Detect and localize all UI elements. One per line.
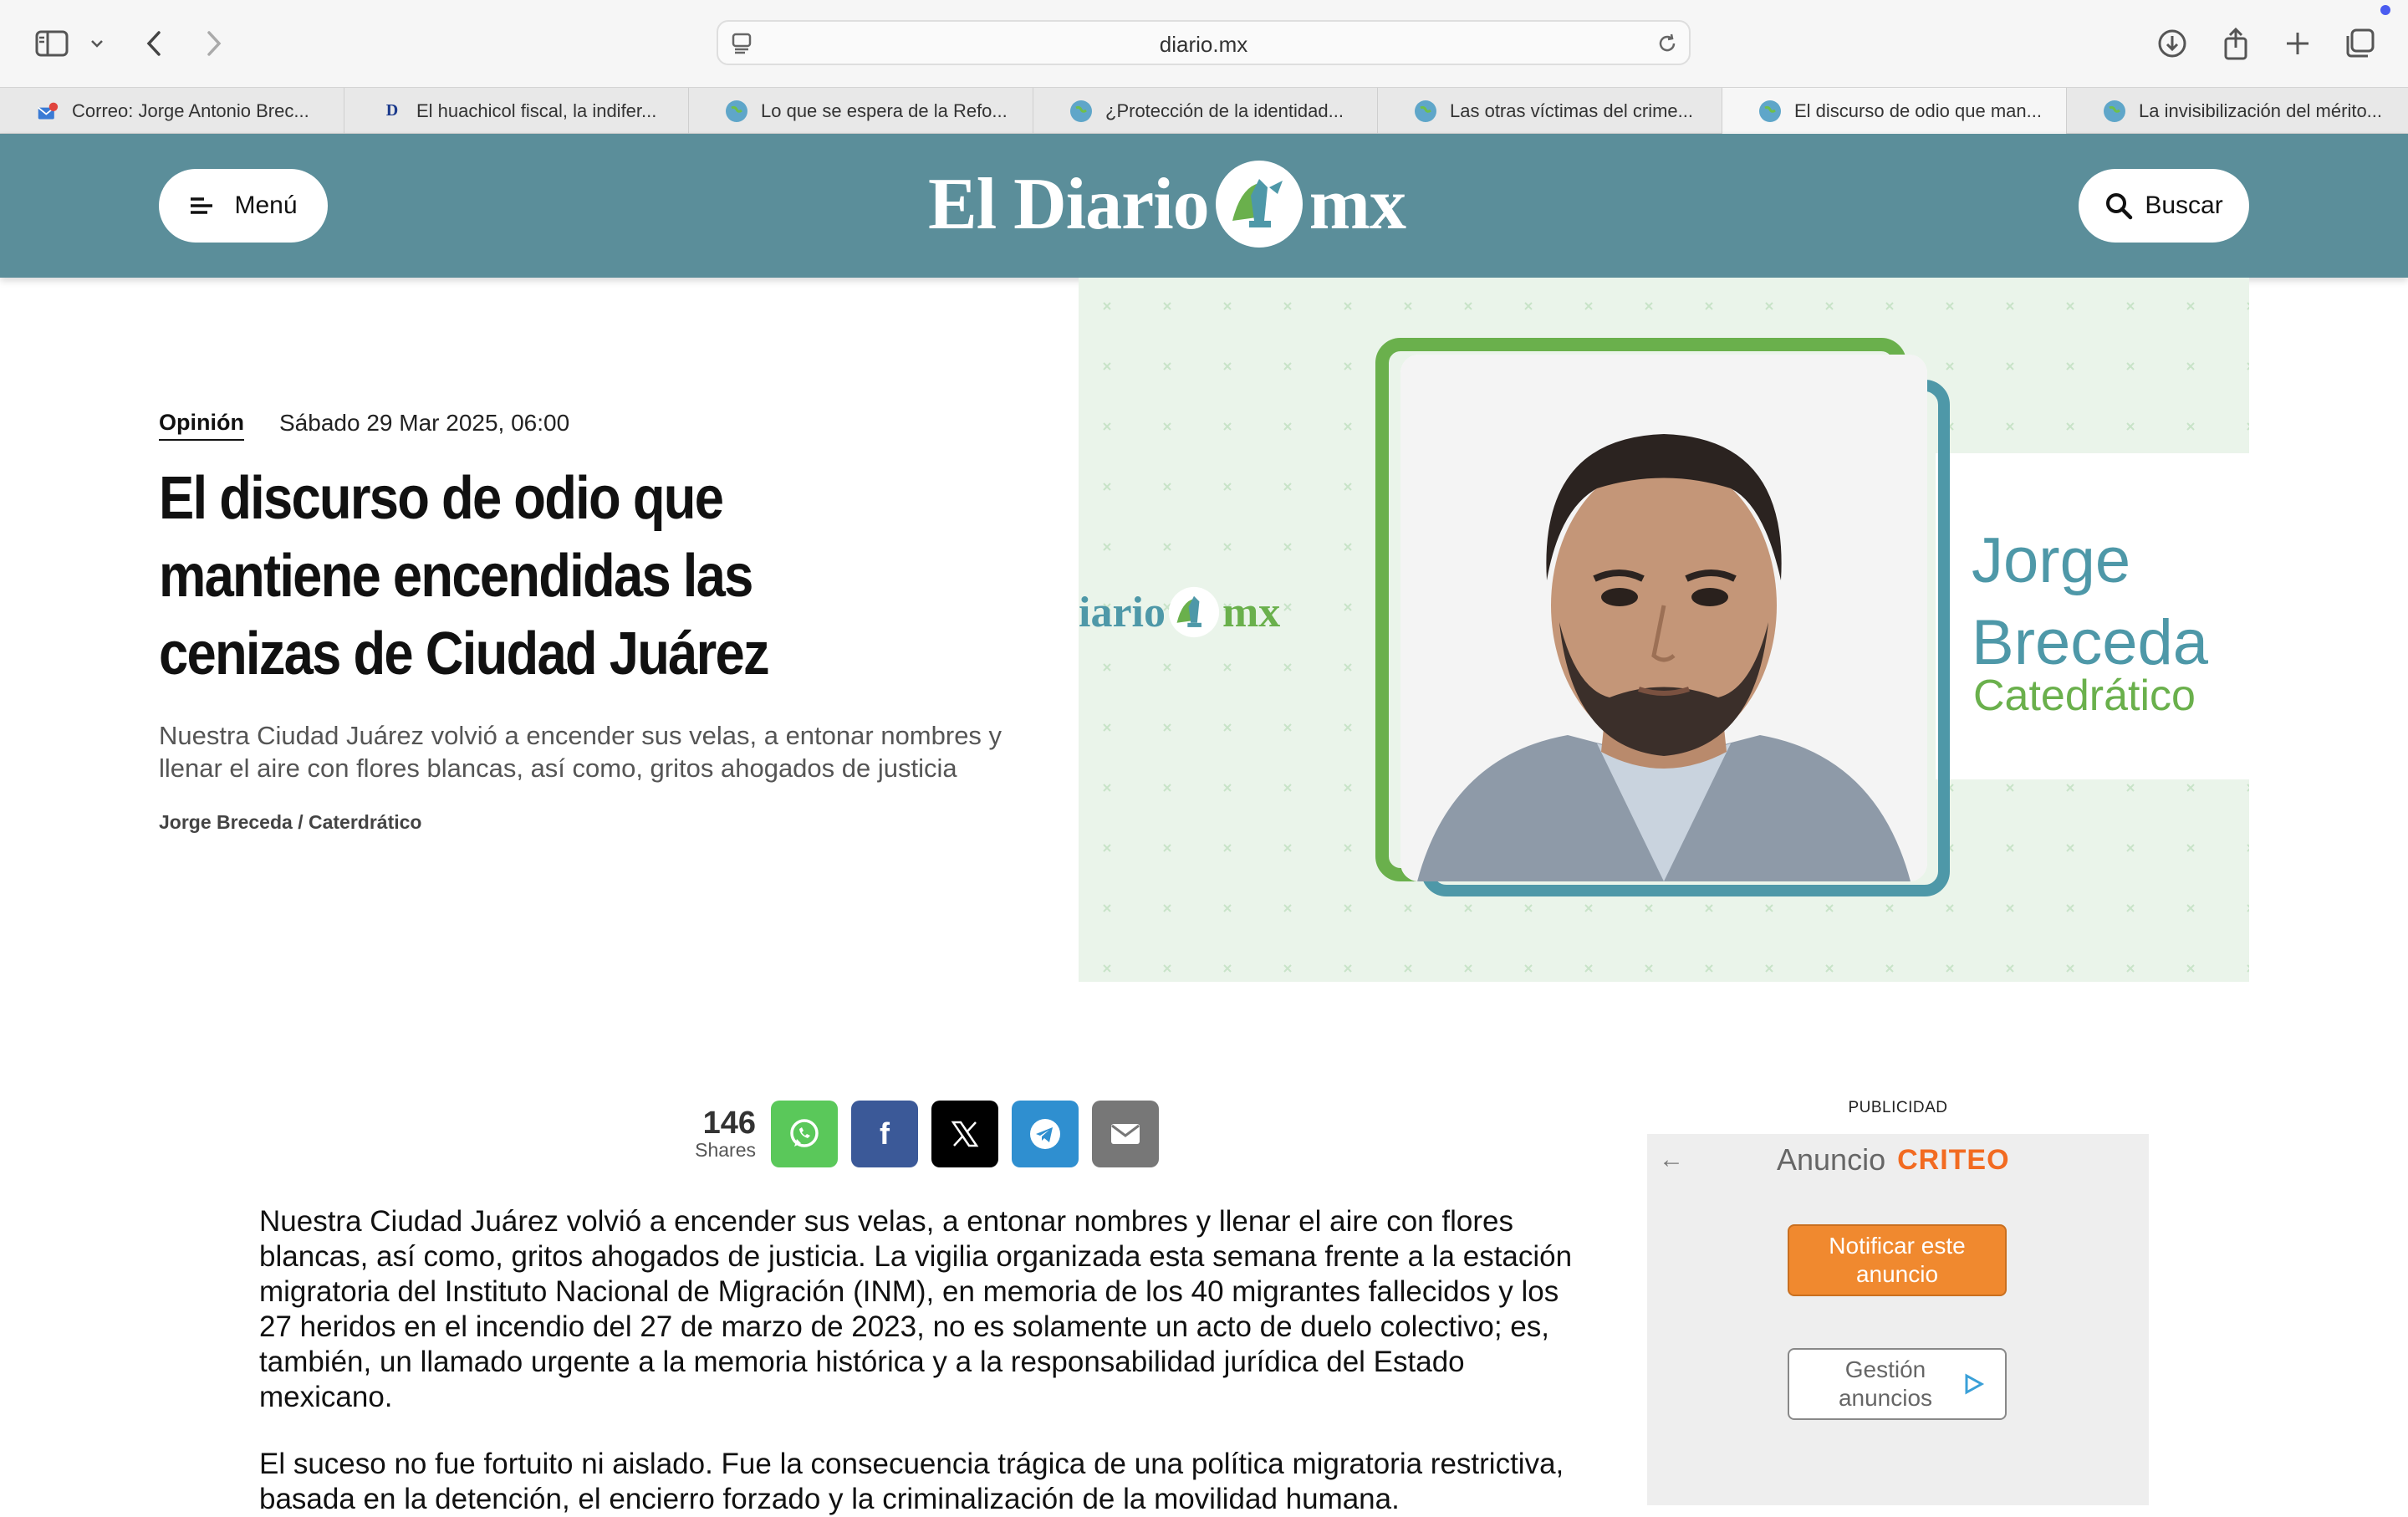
profile-indicator	[2380, 5, 2390, 15]
share-count: 146	[702, 1106, 756, 1141]
report-ad-button[interactable]: Notificar este anuncio	[1788, 1224, 2007, 1296]
banner-author-role: Catedrático	[1973, 672, 2196, 720]
search-label: Buscar	[2145, 192, 2223, 219]
reload-icon[interactable]	[1656, 32, 1679, 59]
globe-icon	[1415, 100, 1436, 122]
forward-icon[interactable]	[199, 25, 229, 62]
share-icon[interactable]	[2219, 25, 2252, 62]
x-icon	[951, 1121, 979, 1147]
ad-anuncio-label: Anuncio	[1777, 1142, 1886, 1177]
ad-container: ← Anuncio CRITEO Notificar este anuncio …	[1647, 1134, 2149, 1505]
adchoices-icon	[1965, 1373, 1985, 1395]
back-icon[interactable]	[139, 25, 169, 62]
globe-icon	[1070, 100, 1092, 122]
globe-icon	[2104, 100, 2125, 122]
tab-5-active[interactable]: El discurso de odio que man...	[1722, 88, 2067, 134]
tab-bar: Correo: Jorge Antonio Brec... D El huach…	[0, 87, 2408, 134]
share-counter: 146 Shares	[686, 1107, 756, 1162]
globe-icon	[726, 100, 747, 122]
tab-overview-icon[interactable]	[2343, 25, 2376, 62]
share-label: Shares	[695, 1139, 756, 1161]
mail-icon	[37, 100, 59, 122]
tab-6[interactable]: La invisibilización del mérito...	[2067, 88, 2408, 134]
email-icon	[1111, 1124, 1140, 1144]
manage-ads-button[interactable]: Gestión anuncios	[1788, 1348, 2007, 1420]
address-bar[interactable]: diario.mx	[717, 20, 1691, 65]
new-tab-icon[interactable]	[2281, 25, 2314, 62]
site-header: Menú El Diario mx Buscar	[0, 134, 2408, 278]
manage-ads-label: Gestión anuncios	[1838, 1356, 1933, 1411]
menu-label: Menú	[234, 192, 298, 219]
article-title: El discurso de odio que mantiene encendi…	[159, 465, 770, 687]
telegram-share-button[interactable]	[1012, 1101, 1079, 1167]
section-link[interactable]: Opinión	[159, 410, 244, 441]
arrow-left-icon[interactable]: ←	[1659, 1146, 1684, 1174]
tab-3[interactable]: ¿Protección de la identidad...	[1033, 88, 1378, 134]
search-button[interactable]: Buscar	[2079, 169, 2249, 243]
email-share-button[interactable]	[1092, 1101, 1159, 1167]
browser-toolbar: diario.mx	[0, 0, 2408, 87]
globe-icon	[1759, 100, 1781, 122]
menu-icon	[191, 197, 213, 214]
chevron-down-icon[interactable]	[87, 25, 107, 62]
tab-4[interactable]: Las otras víctimas del crime...	[1378, 88, 1722, 134]
author-banner-image: iario mx Jorge Breceda Catedrático	[1079, 278, 2249, 982]
facebook-icon: f	[880, 1116, 890, 1151]
x-share-button[interactable]	[931, 1101, 998, 1167]
publish-date: Sábado 29 Mar 2025, 06:00	[279, 410, 570, 436]
logo-emblem-icon	[1215, 161, 1303, 248]
ad-label: PUBLICIDAD	[1848, 1099, 1948, 1116]
telegram-icon	[1030, 1119, 1060, 1149]
tab-1[interactable]: D El huachicol fiscal, la indifer...	[344, 88, 689, 134]
url-text: diario.mx	[1159, 32, 1248, 57]
ad-title: Anuncio CRITEO	[1777, 1139, 2010, 1181]
banner-author-name: Jorge Breceda	[1972, 525, 2209, 678]
downloads-icon[interactable]	[2155, 25, 2189, 62]
logo-text-right: mx	[1309, 163, 1406, 245]
tab-0[interactable]: Correo: Jorge Antonio Brec...	[0, 88, 344, 134]
sidebar-toggle-icon[interactable]	[33, 25, 70, 62]
site-logo[interactable]: El Diario mx	[928, 161, 1406, 248]
banner-logo: iario mx	[1079, 579, 1280, 646]
article-subtitle: Nuestra Ciudad Juárez volvió a encender …	[159, 721, 1002, 783]
logo-emblem-icon	[1168, 586, 1220, 638]
whatsapp-share-button[interactable]	[771, 1101, 838, 1167]
whatsapp-icon	[790, 1119, 819, 1147]
letter-d-icon: D	[385, 101, 399, 120]
logo-text-left: El Diario	[928, 163, 1210, 245]
article-paragraph: Nuestra Ciudad Juárez volvió a encender …	[259, 1205, 1573, 1413]
menu-button[interactable]: Menú	[159, 169, 328, 243]
criteo-logo: CRITEO	[1897, 1143, 2010, 1176]
tab-2[interactable]: Lo que se espera de la Refo...	[689, 88, 1033, 134]
byline: Jorge Breceda / Caterdrático	[159, 811, 422, 833]
search-icon	[2106, 193, 2133, 220]
article-paragraph: El suceso no fue fortuito ni aislado. Fu…	[259, 1448, 1564, 1515]
facebook-share-button[interactable]: f	[851, 1101, 918, 1167]
author-photo	[1400, 355, 1927, 881]
